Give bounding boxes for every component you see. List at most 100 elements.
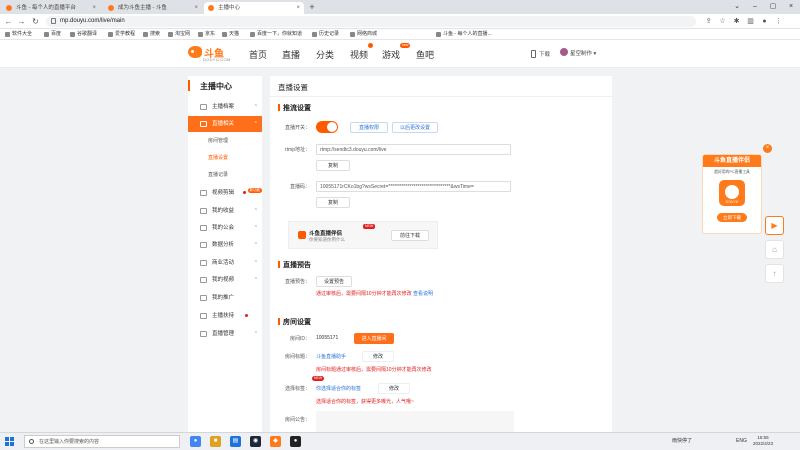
taskbar-search-input[interactable]: 在这里输入你要搜索的内容 xyxy=(24,435,180,448)
code-field[interactable]: 10055171rCKo1bg?wsSecret=***************… xyxy=(316,181,511,192)
category-value[interactable]: 你选择适合你的标签 xyxy=(316,385,361,392)
bookmark-item[interactable]: 网络商城 xyxy=(350,29,377,40)
profile-icon[interactable]: ● xyxy=(760,17,769,26)
sidebar-item-business[interactable]: 商业活动 ^ xyxy=(188,255,262,271)
new-tab-button[interactable]: + xyxy=(307,2,317,12)
maximize-icon[interactable]: ▢ xyxy=(764,0,782,14)
app-icon[interactable]: ■ xyxy=(210,436,221,447)
promo-card[interactable]: 斗鱼直播伴侣 超好用的PC直播工具 DOUYU 立即下载 xyxy=(702,154,762,234)
douyu-app-icon[interactable]: ◆ xyxy=(270,436,281,447)
reload-icon[interactable]: ↻ xyxy=(30,16,41,27)
promo-download-button[interactable]: 立即下载 xyxy=(717,213,747,222)
nav-yuba[interactable]: 鱼吧 xyxy=(416,48,434,61)
sidebar-item-promote[interactable]: 我的推广 xyxy=(188,290,262,306)
live-toggle[interactable] xyxy=(316,121,338,133)
douyu-favicon-icon xyxy=(108,5,114,11)
bookmark-icon xyxy=(436,32,441,37)
copy-rtmp-button[interactable]: 复制 xyxy=(316,160,350,171)
tv-icon xyxy=(200,121,207,127)
browser-tab-0[interactable]: 斗鱼 - 每个人的直播平台 × xyxy=(2,2,100,14)
sidebar-item-guild[interactable]: 我的公会 ^ xyxy=(188,220,262,236)
chevron-up-icon: ^ xyxy=(254,260,257,266)
copy-code-button[interactable]: 复制 xyxy=(316,197,350,208)
home-icon[interactable]: ⌂ xyxy=(765,240,784,259)
subitem-live-settings[interactable]: 直播设置 xyxy=(188,151,262,166)
play-icon[interactable]: ▶ xyxy=(765,216,784,235)
sidebar-item-video-edit[interactable]: 视频剪辑 新功能 xyxy=(188,185,262,201)
sidebar-item-manage[interactable]: 直播管理 ^ xyxy=(188,326,262,342)
url-input[interactable]: mp.douyu.com/live/main xyxy=(46,16,696,27)
bookmark-item[interactable]: 京东 xyxy=(198,29,215,40)
sidebar-accent xyxy=(188,80,190,91)
change-settings-button[interactable]: 以后更改设置 xyxy=(392,122,438,133)
sidebar-item-live[interactable]: 直播相关 ^ xyxy=(188,116,262,132)
chrome-icon[interactable]: ● xyxy=(190,436,201,447)
sidebar-item-income[interactable]: 我的收益 ^ xyxy=(188,203,262,219)
forward-icon[interactable]: → xyxy=(16,16,27,27)
edit-title-button[interactable]: 修改 xyxy=(362,351,394,362)
bookmark-item[interactable]: 淘宝网 xyxy=(168,29,190,40)
obs-icon[interactable]: ● xyxy=(290,436,301,447)
sidebar-icon[interactable]: ▥ xyxy=(746,17,755,26)
close-icon[interactable]: × xyxy=(763,144,772,153)
new-feature-badge: 新功能 xyxy=(247,188,262,193)
subitem-room-manage[interactable]: 房间管理 xyxy=(188,134,262,149)
promo-title: 斗鱼直播伴侣 xyxy=(703,155,761,167)
close-icon[interactable]: × xyxy=(92,2,96,14)
subitem-live-records[interactable]: 直播记录 xyxy=(188,168,262,183)
switch-label: 直播开关： xyxy=(284,125,310,131)
sidebar-item-my-video[interactable]: 我的视频 ^ xyxy=(188,272,262,288)
companion-download-button[interactable]: 前往下载 xyxy=(391,230,429,241)
close-icon[interactable]: × xyxy=(296,2,300,14)
browser-tab-2[interactable]: 主播中心 × xyxy=(204,2,304,14)
nav-home[interactable]: 首页 xyxy=(249,48,267,61)
permission-button[interactable]: 直播权限 xyxy=(350,122,388,133)
user-menu[interactable]: 星空制作 ▾ xyxy=(560,48,597,57)
lang-indicator[interactable]: ENG xyxy=(736,433,747,450)
bookmark-item[interactable]: 搜索 xyxy=(143,29,160,40)
code-label: 直播码： xyxy=(289,184,310,190)
sidebar-item-support[interactable]: 主播扶持 xyxy=(188,308,262,324)
weather-text[interactable]: 雨快停了 xyxy=(672,433,692,450)
sidebar-item-profile[interactable]: 主播档案 ^ xyxy=(188,99,262,115)
share-icon[interactable]: ⇪ xyxy=(704,17,713,26)
chevron-down-icon: ▾ xyxy=(593,51,597,57)
tab-title: 主播中心 xyxy=(218,5,241,11)
bookmark-item[interactable]: 百度一下，你就知道 xyxy=(250,29,302,40)
star-icon[interactable]: ☆ xyxy=(718,17,727,26)
extension-icon[interactable]: ✱ xyxy=(732,17,741,26)
minimize-icon[interactable]: – xyxy=(746,0,764,14)
chevron-down-icon[interactable]: ⌄ xyxy=(728,0,746,14)
help-link[interactable]: 查看说明 xyxy=(413,291,433,297)
file-explorer-icon[interactable]: ▤ xyxy=(230,436,241,447)
download-link[interactable]: 下载 xyxy=(531,50,550,58)
page-title: 直播设置 xyxy=(278,83,308,92)
steam-icon[interactable]: ◉ xyxy=(250,436,261,447)
rtmp-field[interactable]: rtmp://sendtc3.douyu.com/live xyxy=(316,144,511,155)
nav-game[interactable]: 游戏 xyxy=(382,48,400,61)
room-title-value[interactable]: 斗鱼直播助手 xyxy=(316,353,346,360)
clock[interactable]: 15:55 2022/4/23 xyxy=(748,435,778,447)
back-to-top-icon[interactable]: ↑ xyxy=(765,264,784,283)
browser-tab-1[interactable]: 成为斗鱼主播 - 斗鱼 × xyxy=(104,2,202,14)
nav-video[interactable]: 视频 xyxy=(350,48,368,61)
douyu-logo[interactable]: 斗鱼 DOUYU.COM xyxy=(188,44,234,63)
sidebar-item-analytics[interactable]: 数据分析 ^ xyxy=(188,237,262,253)
bookmark-item[interactable]: 百度 xyxy=(44,29,61,40)
bookmark-item[interactable]: 天猫 xyxy=(222,29,239,40)
bookmark-item[interactable]: 爱学教程 xyxy=(108,29,135,40)
bookmark-item[interactable]: 软件大全 xyxy=(5,29,32,40)
edit-category-button[interactable]: 修改 xyxy=(378,383,410,394)
nav-live[interactable]: 直播 xyxy=(282,48,300,61)
close-icon[interactable]: × xyxy=(194,2,198,14)
bookmark-item[interactable]: 谷歌翻译 xyxy=(70,29,97,40)
close-window-icon[interactable]: × xyxy=(782,0,800,14)
menu-icon[interactable]: ⋮ xyxy=(774,17,783,26)
windows-start-icon[interactable] xyxy=(5,437,14,446)
nav-category[interactable]: 分类 xyxy=(316,48,334,61)
bookmark-item[interactable]: 斗鱼 - 每个人的直播... xyxy=(436,29,492,40)
set-preview-button[interactable]: 设置预告 xyxy=(316,276,352,287)
enter-room-button[interactable]: 进入直播间 xyxy=(354,333,394,344)
bookmark-item[interactable]: 历史记录 xyxy=(312,29,339,40)
back-icon[interactable]: ← xyxy=(3,16,14,27)
